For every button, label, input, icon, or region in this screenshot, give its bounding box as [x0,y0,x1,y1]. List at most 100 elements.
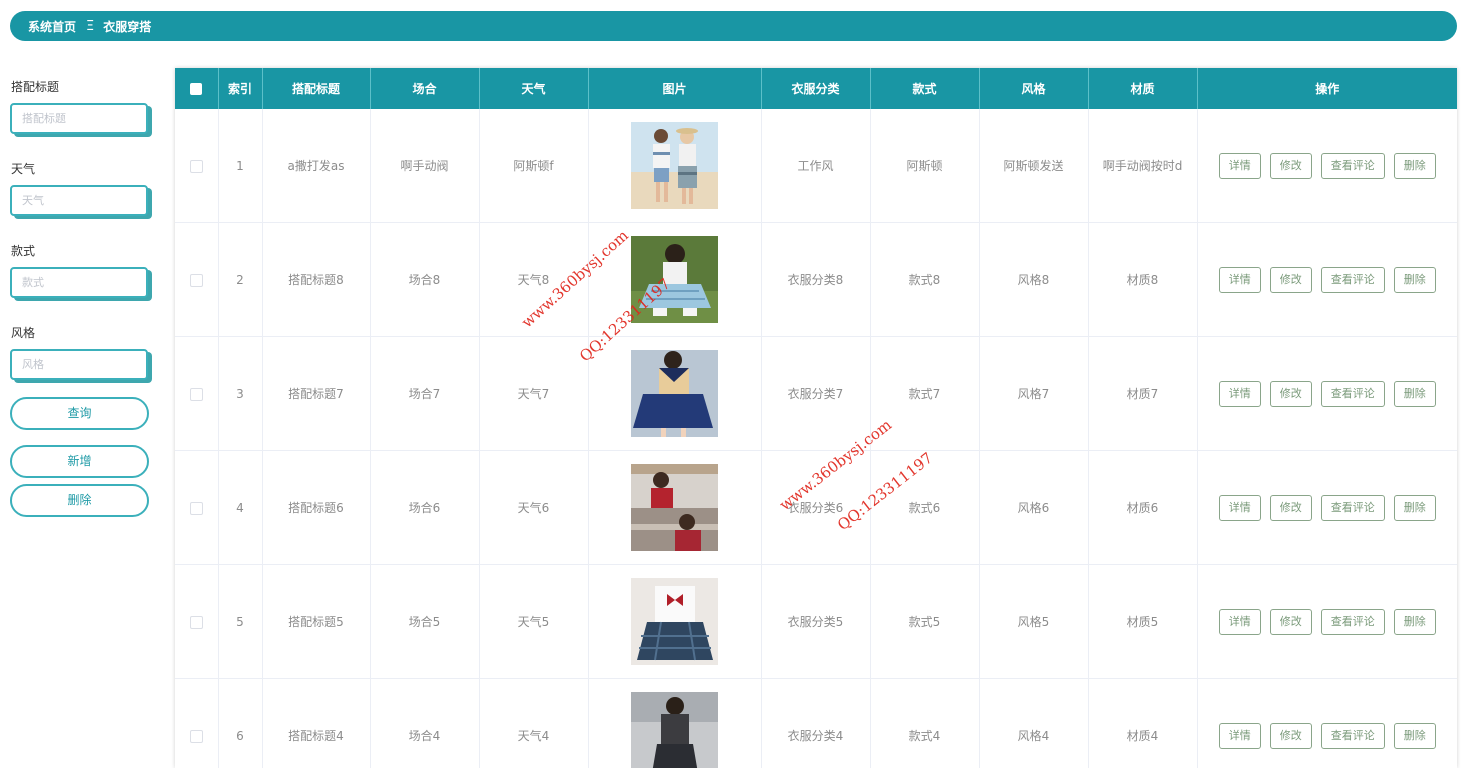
header-index: 索引 [218,68,262,109]
row-checkbox-cell[interactable] [175,451,218,565]
cell-actions: 详情修改查看评论删除 [1197,451,1457,565]
table-row: 2搭配标题8场合8天气8衣服分类8款式8风格8材质8详情修改查看评论删除 [175,223,1457,337]
table-row: 6搭配标题4场合4天气4衣服分类4款式4风格4材质4详情修改查看评论删除 [175,679,1457,768]
filter-style-input[interactable] [10,267,148,298]
breadcrumb-current: 衣服穿搭 [103,18,151,35]
edit-button[interactable]: 修改 [1270,609,1312,635]
row-checkbox[interactable] [190,616,203,629]
detail-button[interactable]: 详情 [1219,723,1261,749]
header-style: 款式 [870,68,979,109]
cell-weather: 阿斯顿f [479,109,588,223]
row-checkbox[interactable] [190,730,203,743]
cell-occasion: 啊手动阀 [370,109,479,223]
row-checkbox[interactable] [190,160,203,173]
header-fashion: 风格 [979,68,1088,109]
filter-title-input[interactable] [10,103,148,134]
cell-fashion: 风格8 [979,223,1088,337]
filter-title-label: 搭配标题 [11,78,59,95]
header-title: 搭配标题 [262,68,370,109]
cell-weather: 天气7 [479,337,588,451]
detail-button[interactable]: 详情 [1219,267,1261,293]
cell-occasion: 场合7 [370,337,479,451]
add-button[interactable]: 新增 [10,445,149,478]
filter-style-label: 款式 [11,242,35,259]
detail-button[interactable]: 详情 [1219,495,1261,521]
outfit-table: 索引 搭配标题 场合 天气 图片 衣服分类 款式 风格 材质 操作 1a撒打发a… [175,68,1457,768]
edit-button[interactable]: 修改 [1270,723,1312,749]
filter-weather-input[interactable] [10,185,148,216]
filter-fashion-input[interactable] [10,349,148,380]
cell-fashion: 风格5 [979,565,1088,679]
delete-button[interactable]: 删除 [1394,153,1436,179]
delete-button[interactable]: 删除 [1394,381,1436,407]
cell-material: 啊手动阀按时d [1088,109,1197,223]
search-button[interactable]: 查询 [10,397,149,430]
table-row: 4搭配标题6场合6天气6衣服分类6款式6风格6材质6详情修改查看评论删除 [175,451,1457,565]
cell-category: 衣服分类5 [761,565,870,679]
outfit-image [631,236,718,323]
cell-style: 款式5 [870,565,979,679]
view-comments-button[interactable]: 查看评论 [1321,267,1385,293]
row-checkbox-cell[interactable] [175,565,218,679]
detail-button[interactable]: 详情 [1219,153,1261,179]
row-checkbox[interactable] [190,502,203,515]
detail-button[interactable]: 详情 [1219,609,1261,635]
cell-title: 搭配标题4 [262,679,370,768]
cell-material: 材质7 [1088,337,1197,451]
cell-weather: 天气4 [479,679,588,768]
cell-material: 材质8 [1088,223,1197,337]
edit-button[interactable]: 修改 [1270,381,1312,407]
filter-weather-label: 天气 [11,160,35,177]
cell-style: 款式7 [870,337,979,451]
row-actions: 详情修改查看评论删除 [1198,723,1458,749]
delete-button[interactable]: 删除 [1394,609,1436,635]
cell-image [588,337,761,451]
edit-button[interactable]: 修改 [1270,495,1312,521]
row-checkbox-cell[interactable] [175,109,218,223]
breadcrumb-separator-icon: Ξ [86,19,94,34]
header-actions: 操作 [1197,68,1457,109]
cell-actions: 详情修改查看评论删除 [1197,223,1457,337]
cell-category: 衣服分类8 [761,223,870,337]
row-checkbox-cell[interactable] [175,223,218,337]
row-actions: 详情修改查看评论删除 [1198,153,1458,179]
delete-button[interactable]: 删除 [1394,723,1436,749]
cell-title: 搭配标题8 [262,223,370,337]
header-image: 图片 [588,68,761,109]
row-actions: 详情修改查看评论删除 [1198,381,1458,407]
row-checkbox-cell[interactable] [175,679,218,768]
view-comments-button[interactable]: 查看评论 [1321,495,1385,521]
edit-button[interactable]: 修改 [1270,267,1312,293]
breadcrumb-home[interactable]: 系统首页 [28,18,76,35]
select-all-checkbox-cell[interactable] [175,68,218,109]
detail-button[interactable]: 详情 [1219,381,1261,407]
cell-occasion: 场合6 [370,451,479,565]
header-category: 衣服分类 [761,68,870,109]
cell-style: 款式8 [870,223,979,337]
cell-fashion: 阿斯顿发送 [979,109,1088,223]
cell-occasion: 场合5 [370,565,479,679]
delete-button[interactable]: 删除 [1394,495,1436,521]
cell-fashion: 风格7 [979,337,1088,451]
delete-button[interactable]: 删除 [1394,267,1436,293]
breadcrumb: 系统首页 Ξ 衣服穿搭 [10,11,1457,41]
cell-occasion: 场合4 [370,679,479,768]
row-checkbox[interactable] [190,274,203,287]
row-checkbox[interactable] [190,388,203,401]
edit-button[interactable]: 修改 [1270,153,1312,179]
batch-delete-button[interactable]: 删除 [10,484,149,517]
view-comments-button[interactable]: 查看评论 [1321,609,1385,635]
cell-style: 款式6 [870,451,979,565]
view-comments-button[interactable]: 查看评论 [1321,153,1385,179]
cell-image [588,223,761,337]
row-checkbox-cell[interactable] [175,337,218,451]
select-all-checkbox[interactable] [190,83,202,95]
cell-index: 1 [218,109,262,223]
view-comments-button[interactable]: 查看评论 [1321,381,1385,407]
cell-style: 阿斯顿 [870,109,979,223]
table-row: 5搭配标题5场合5天气5衣服分类5款式5风格5材质5详情修改查看评论删除 [175,565,1457,679]
outfit-image [631,122,718,209]
row-actions: 详情修改查看评论删除 [1198,495,1458,521]
view-comments-button[interactable]: 查看评论 [1321,723,1385,749]
cell-title: 搭配标题5 [262,565,370,679]
